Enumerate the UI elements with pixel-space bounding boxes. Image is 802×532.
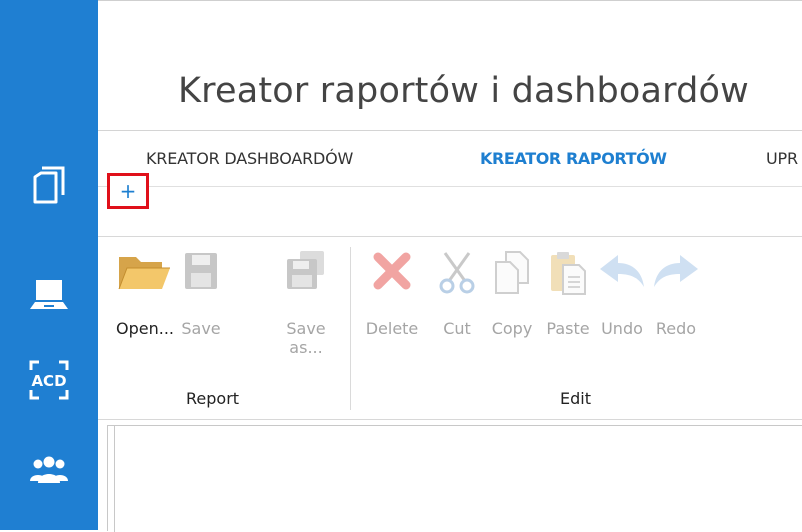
redo-icon bbox=[654, 255, 698, 287]
copy-label: Copy bbox=[491, 319, 533, 338]
scissors-icon bbox=[439, 252, 475, 294]
report-design-surface[interactable] bbox=[107, 425, 802, 532]
open-label: Open... bbox=[116, 319, 174, 338]
tab-upr[interactable]: UPR bbox=[766, 149, 798, 168]
save-as-icon bbox=[287, 251, 324, 289]
ribbon-group-edit-label: Edit bbox=[560, 389, 591, 408]
delete-label: Delete bbox=[365, 319, 419, 338]
save-as-button[interactable]: Save as... bbox=[278, 249, 334, 379]
save-button[interactable]: Save bbox=[173, 249, 229, 379]
users-group-icon bbox=[30, 456, 68, 483]
save-icon bbox=[185, 253, 217, 289]
sidebar-item-documents[interactable] bbox=[0, 155, 98, 215]
open-button[interactable]: Open... bbox=[116, 249, 174, 379]
new-tab-button[interactable]: + bbox=[107, 173, 149, 209]
acd-label: ACD bbox=[31, 372, 66, 390]
save-as-label: Save as... bbox=[286, 319, 326, 357]
delete-icon bbox=[373, 252, 411, 290]
acd-scan-icon: ACD bbox=[29, 360, 69, 400]
cut-label: Cut bbox=[443, 319, 471, 338]
report-canvas-inner[interactable] bbox=[114, 426, 802, 532]
save-label: Save bbox=[181, 319, 221, 338]
main-panel: Kreator raportów i dashboardów KREATOR D… bbox=[98, 0, 802, 532]
redo-button[interactable]: Redo bbox=[648, 249, 704, 379]
copy-icon bbox=[495, 251, 529, 294]
paste-label: Paste bbox=[546, 319, 590, 338]
sidebar-item-workstation[interactable] bbox=[0, 265, 98, 325]
documents-icon bbox=[33, 166, 65, 204]
delete-button[interactable]: Delete bbox=[364, 249, 420, 379]
cut-button[interactable]: Cut bbox=[429, 249, 485, 379]
paste-button[interactable]: Paste bbox=[540, 249, 596, 379]
app-sidebar: ACD bbox=[0, 0, 98, 530]
top-tabs: KREATOR DASHBOARDÓW KREATOR RAPORTÓW UPR bbox=[98, 139, 802, 177]
tab-divider bbox=[98, 186, 802, 187]
tab-kreator-raportow[interactable]: KREATOR RAPORTÓW bbox=[480, 149, 667, 168]
ribbon-group-divider bbox=[350, 247, 351, 410]
title-divider bbox=[98, 130, 802, 131]
ribbon-top-divider bbox=[98, 236, 802, 237]
laptop-icon bbox=[30, 280, 68, 309]
undo-button[interactable]: Undo bbox=[594, 249, 650, 379]
app-title: Kreator raportów i dashboardów bbox=[178, 71, 749, 111]
paste-icon bbox=[551, 252, 586, 295]
sidebar-item-acd[interactable]: ACD bbox=[0, 350, 98, 410]
copy-button[interactable]: Copy bbox=[484, 249, 540, 379]
plus-icon: + bbox=[119, 179, 137, 203]
undo-label: Undo bbox=[601, 319, 643, 338]
redo-label: Redo bbox=[655, 319, 697, 338]
undo-icon bbox=[600, 255, 644, 287]
folder-open-icon bbox=[118, 257, 170, 290]
sidebar-item-users[interactable] bbox=[0, 440, 98, 500]
ribbon-group-report-label: Report bbox=[186, 389, 240, 408]
tab-kreator-dashboardow[interactable]: KREATOR DASHBOARDÓW bbox=[146, 149, 353, 168]
ribbon-bottom-divider bbox=[98, 419, 802, 420]
